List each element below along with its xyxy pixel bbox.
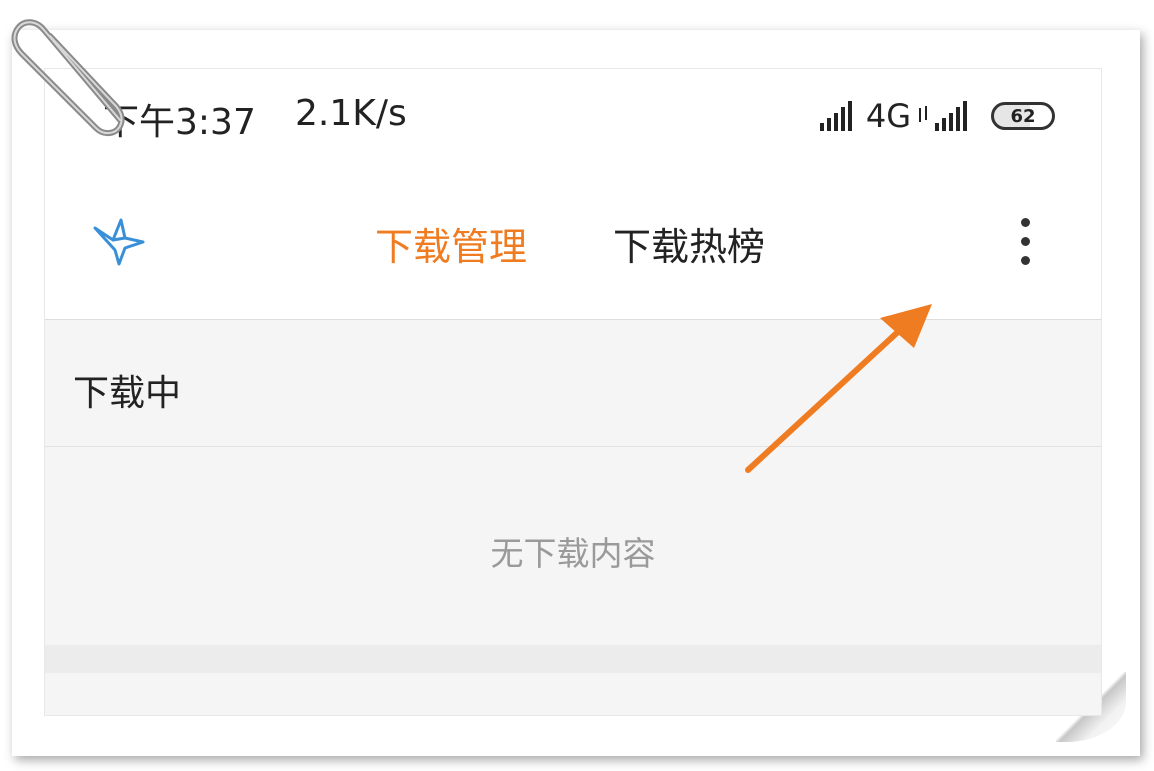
status-time: 下午3:37: [103, 102, 256, 143]
net-speed: 2.1K/s: [295, 93, 407, 134]
empty-message: 无下载内容: [490, 534, 656, 573]
network-type: 4G: [865, 97, 911, 135]
more-vertical-icon[interactable]: [1011, 218, 1039, 272]
status-indicators: 4G 62: [819, 97, 1055, 135]
tab-download-manager[interactable]: 下载管理: [375, 216, 527, 271]
section-divider: [45, 645, 1101, 673]
empty-state: 无下载内容: [45, 447, 1101, 645]
app-header: 下载管理 下载热榜: [45, 164, 1101, 320]
data-transfer-icon: [917, 104, 929, 128]
section-title: 下载中: [73, 373, 182, 414]
bottom-area: [45, 673, 1101, 715]
signal-bars-icon: [819, 101, 860, 131]
signal-bars-icon: [935, 101, 975, 131]
screenshot-canvas: 下午3:37 2.1K/s 4G 62 下载管理 下载热榜 下载中 无下载内容: [0, 0, 1154, 771]
battery-indicator: 62: [991, 102, 1055, 130]
bird-logo-icon[interactable]: [91, 214, 147, 274]
status-bar: 下午3:37 2.1K/s 4G 62: [45, 69, 1101, 164]
downloading-section-header: 下载中: [45, 320, 1101, 447]
phone-screen: 下午3:37 2.1K/s 4G 62 下载管理 下载热榜 下载中 无下载内容: [44, 68, 1102, 716]
tab-download-hot-list[interactable]: 下载热榜: [613, 216, 765, 271]
